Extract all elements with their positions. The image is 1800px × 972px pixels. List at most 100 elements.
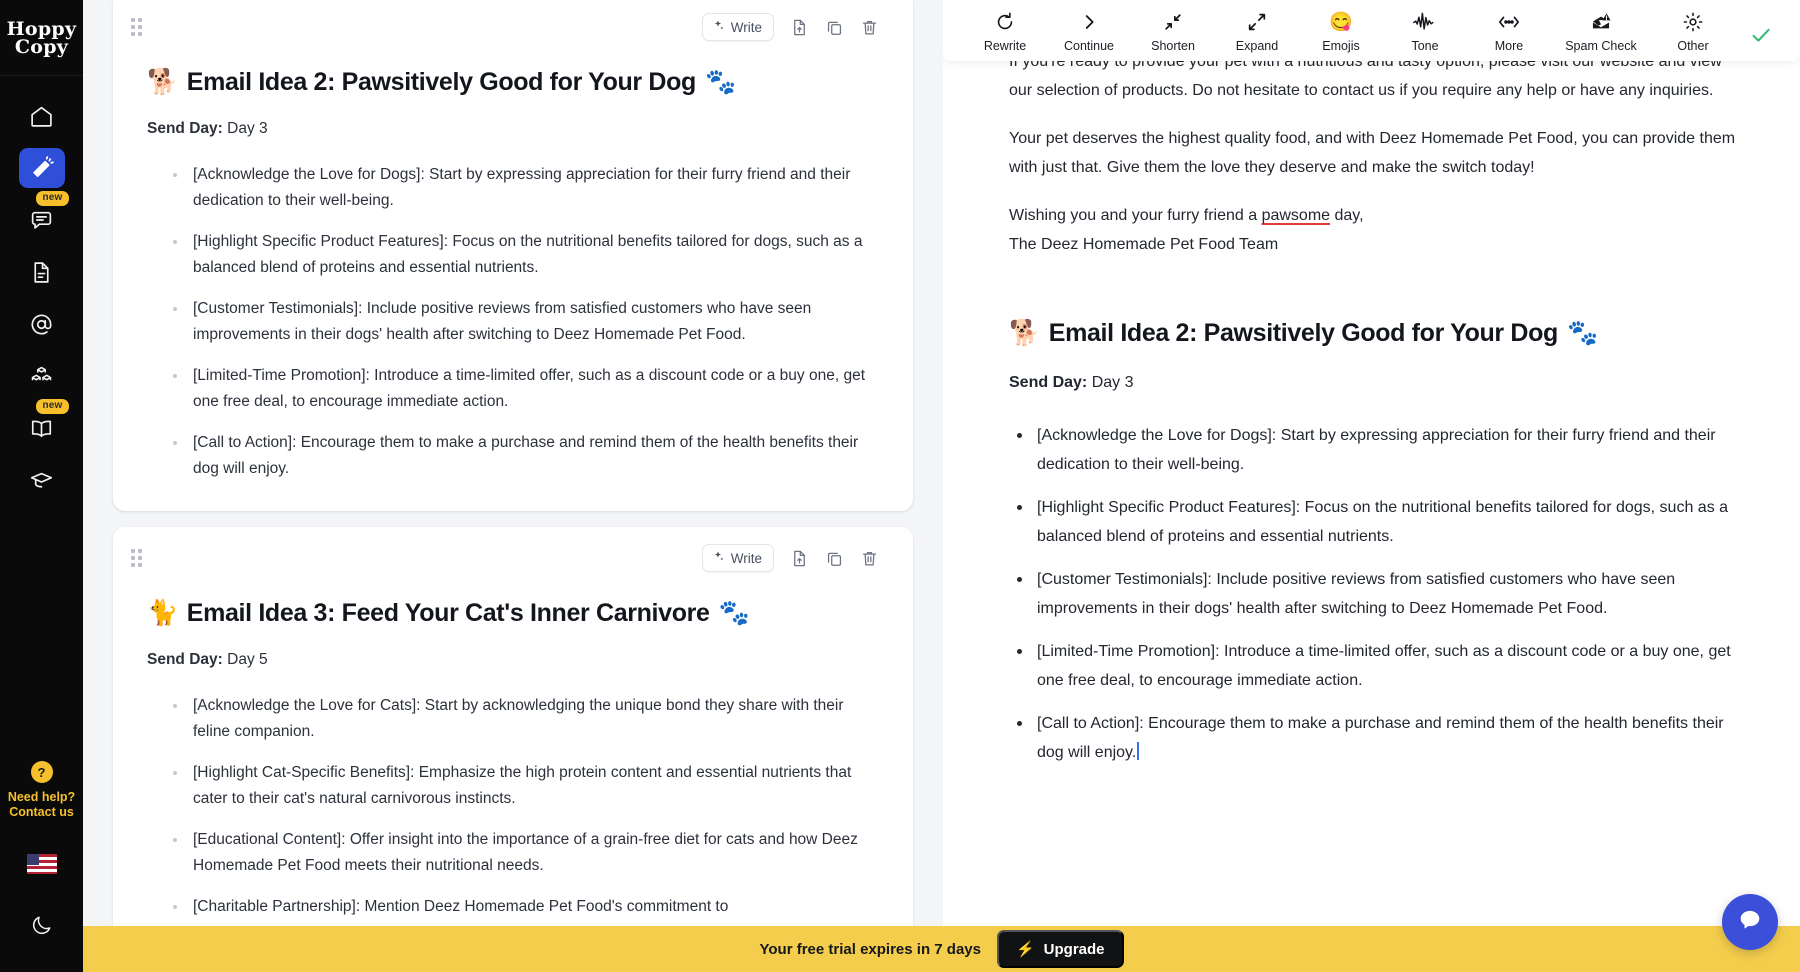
lightning-bolt-icon: ⚡ <box>1015 941 1035 958</box>
drag-handle-icon[interactable] <box>131 549 142 567</box>
cat-emoji: 🐈 <box>147 599 178 627</box>
tool-label: Tone <box>1411 39 1439 53</box>
signoff-post: day, <box>1330 207 1364 224</box>
delete-icon[interactable] <box>860 549 879 568</box>
sidebar-item-ai-writer[interactable] <box>18 148 65 188</box>
sidebar-item-documents[interactable] <box>19 252 65 292</box>
moon-icon[interactable] <box>30 914 53 942</box>
sidebar-item-chat[interactable]: new <box>19 191 69 240</box>
trial-message: Your free trial expires in 7 days <box>759 940 981 958</box>
spam-inbox-icon <box>1589 10 1613 34</box>
list-item[interactable]: [Charitable Partnership]: Mention Deez H… <box>147 894 879 920</box>
app-logo[interactable]: Hoppy Copy <box>0 0 83 76</box>
list-item[interactable]: [Limited-Time Promotion]: Introduce a ti… <box>147 363 879 414</box>
app-root: Hoppy Copy new new ? Need help? Contact … <box>0 0 1800 972</box>
rotate-icon <box>994 10 1016 34</box>
email-idea-card: Write 🐈 Email Idea 3: Feed Your Cat's In… <box>113 527 913 950</box>
write-button[interactable]: Write <box>701 544 774 572</box>
tool-label: Spam Check <box>1565 39 1637 53</box>
write-button-label: Write <box>730 19 762 35</box>
list-item[interactable]: [Highlight Specific Product Features]: F… <box>1009 493 1740 551</box>
delete-icon[interactable] <box>860 18 879 37</box>
editor-signoff[interactable]: Wishing you and your furry friend a paws… <box>1009 201 1740 230</box>
dog-emoji: 🐕 <box>147 68 178 96</box>
tool-continue[interactable]: Continue <box>1047 2 1131 53</box>
export-document-icon[interactable] <box>790 18 809 37</box>
sidebar-item-library[interactable]: new <box>19 399 69 448</box>
list-item[interactable]: [Limited-Time Promotion]: Introduce a ti… <box>1009 637 1740 695</box>
export-document-icon[interactable] <box>790 549 809 568</box>
send-day-value: Day 5 <box>227 651 268 668</box>
tool-label: Other <box>1677 39 1709 53</box>
tool-emojis[interactable]: 😋 Emojis <box>1299 2 1383 53</box>
write-button-label: Write <box>730 550 762 566</box>
editor-pane: Rewrite Continue Shorten Expand 😋 Emojis… <box>943 0 1800 972</box>
ai-toolbar: Rewrite Continue Shorten Expand 😋 Emojis… <box>943 0 1800 61</box>
sidebar-item-home[interactable] <box>19 96 65 136</box>
editor-paragraph[interactable]: Your pet deserves the highest quality fo… <box>1009 124 1740 182</box>
sparkles-icon <box>712 19 725 35</box>
send-day-label: Send Day: <box>1009 374 1088 391</box>
text-cursor <box>1137 742 1140 760</box>
sidebar-item-templates[interactable] <box>19 356 65 396</box>
send-day: Send Day: Day 5 <box>147 649 879 671</box>
document-icon <box>29 260 54 285</box>
list-item[interactable]: [Highlight Cat-Specific Benefits]: Empha… <box>147 760 879 811</box>
tool-tone[interactable]: Tone <box>1383 2 1467 53</box>
book-open-icon <box>29 416 54 441</box>
tool-label: Expand <box>1235 39 1279 53</box>
paw-emoji: 🐾 <box>1566 319 1598 347</box>
magic-wand-icon <box>29 155 54 181</box>
at-sign-icon <box>29 312 54 337</box>
tool-expand[interactable]: Expand <box>1215 2 1299 53</box>
tool-label: Shorten <box>1151 39 1195 53</box>
gear-icon <box>1682 10 1704 34</box>
us-flag-icon[interactable] <box>26 854 57 874</box>
list-item[interactable]: [Customer Testimonials]: Include positiv… <box>1009 565 1740 623</box>
list-item[interactable]: [Acknowledge the Love for Cats]: Start b… <box>147 693 879 744</box>
list-item[interactable]: [Highlight Specific Product Features]: F… <box>147 229 879 280</box>
editor-heading[interactable]: 🐕 Email Idea 2: Pawsitively Good for You… <box>1009 317 1740 349</box>
chat-bubble-icon <box>29 208 54 233</box>
editor-send-day[interactable]: Send Day: Day 3 <box>1009 368 1740 397</box>
email-idea-title: 🐕 Email Idea 2: Pawsitively Good for You… <box>147 66 879 98</box>
tool-spam-check[interactable]: Spam Check <box>1551 2 1651 53</box>
copy-document-icon[interactable] <box>825 549 844 568</box>
list-item[interactable]: [Acknowledge the Love for Dogs]: Start b… <box>147 162 879 213</box>
drag-handle-icon[interactable] <box>131 18 142 36</box>
paw-emoji: 🐾 <box>718 599 750 627</box>
email-idea-title-text: Email Idea 2: Pawsitively Good for Your … <box>186 68 697 96</box>
list-item[interactable]: [Call to Action]: Encourage them to make… <box>147 430 879 481</box>
sidebar-item-academy[interactable] <box>19 460 65 500</box>
write-button[interactable]: Write <box>701 13 774 41</box>
sidebar-item-email-at[interactable] <box>19 304 65 344</box>
editor-signoff-team[interactable]: The Deez Homemade Pet Food Team <box>1009 230 1740 259</box>
tool-shorten[interactable]: Shorten <box>1131 2 1215 53</box>
tool-rewrite[interactable]: Rewrite <box>963 2 1047 53</box>
list-item[interactable]: [Customer Testimonials]: Include positiv… <box>147 296 879 347</box>
editor-paragraph[interactable]: If you're ready to provide your pet with… <box>1009 61 1740 105</box>
upgrade-button[interactable]: ⚡ Upgrade <box>996 930 1124 968</box>
chat-widget-button[interactable] <box>1722 894 1778 950</box>
list-item[interactable]: [Educational Content]: Offer insight int… <box>147 827 879 878</box>
tool-other[interactable]: Other <box>1651 2 1735 53</box>
signoff-pre: Wishing you and your furry friend a <box>1009 207 1262 224</box>
accept-changes-button[interactable] <box>1749 23 1773 52</box>
list-item[interactable]: [Acknowledge the Love for Dogs]: Start b… <box>1009 421 1740 479</box>
card-header: Write <box>131 10 879 44</box>
upgrade-button-label: Upgrade <box>1043 940 1105 958</box>
main-content: Write 🐕 Email Idea 2: Pawsitively Good f… <box>83 0 1800 972</box>
list-item-active[interactable]: [Call to Action]: Encourage them to make… <box>1009 709 1740 767</box>
help-contact-link[interactable]: ? Need help? Contact us <box>8 761 75 820</box>
arrows-out-icon <box>1246 10 1268 34</box>
rich-text-editor[interactable]: If you're ready to provide your pet with… <box>943 61 1800 972</box>
misspelled-word[interactable]: pawsome <box>1262 207 1330 224</box>
tool-more[interactable]: More <box>1467 2 1551 53</box>
paw-emoji: 🐾 <box>704 68 736 96</box>
new-badge: new <box>36 399 69 414</box>
ellipsis-arrows-icon <box>1497 10 1521 34</box>
tool-label: More <box>1494 39 1524 53</box>
copy-document-icon[interactable] <box>825 18 844 37</box>
email-idea-card: Write 🐕 Email Idea 2: Pawsitively Good f… <box>113 0 913 511</box>
tool-label: Rewrite <box>983 39 1027 53</box>
